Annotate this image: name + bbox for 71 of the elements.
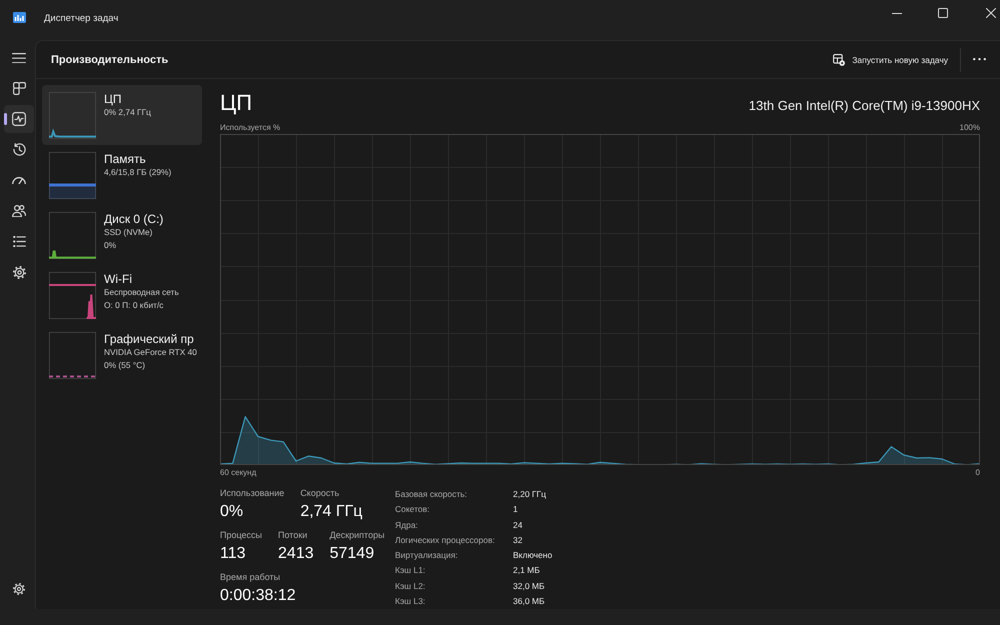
spec-label: Кэш L1:: [395, 564, 426, 578]
cog-icon: [12, 266, 26, 279]
device-name: Память: [104, 152, 147, 166]
spec-value: 2,20 ГГц: [513, 488, 547, 501]
device-detail: 0% (55 °C): [104, 359, 146, 372]
device-detail: Беспроводная сеть: [104, 286, 180, 299]
speedometer-icon: [12, 176, 26, 184]
history-icon: [12, 143, 26, 156]
device-detail: О: 0 П: 0 кбит/с: [104, 299, 164, 312]
device-list-item[interactable]: Диск 0 (C:) SSD (NVMe) 0%: [42, 205, 202, 265]
pulse-chart-icon: [12, 112, 26, 126]
spec-label: Кэш L2:: [395, 580, 426, 593]
minimize-icon: [892, 12, 902, 14]
spec-value: 2,1 МБ: [513, 564, 541, 578]
stat-value: 2413: [278, 544, 314, 564]
spec-label: Базовая скорость:: [395, 488, 468, 501]
stat-label: Время работы: [220, 571, 282, 583]
stat-value: 57149: [330, 544, 376, 564]
device-name: Диск 0 (C:): [104, 212, 164, 226]
device-detail: 4,6/15,8 ГБ (29%): [104, 166, 172, 179]
device-list-item[interactable]: Графический пр NVIDIA GeForce RTX 40 0% (55 °C): [42, 325, 202, 385]
run-new-task-button[interactable]: Запустить новую задачу: [823, 46, 958, 74]
window-title: Диспетчер задач: [44, 13, 120, 25]
stat-value: 0:00:38:12: [220, 586, 296, 606]
spec-label: Кэш L3:: [395, 595, 426, 608]
processor-model: 13th Gen Intel(R) Core(TM) i9-13900HX: [748, 98, 980, 113]
spec-value: 36,0 МБ: [513, 595, 546, 608]
device-detail: 0% 2,74 ГГц: [104, 106, 152, 119]
apps-grid-icon: [12, 82, 26, 96]
users-icon: [12, 204, 26, 218]
axis-label: 100%: [960, 122, 980, 134]
spec-label: Ядра:: [395, 518, 419, 532]
device-list-item[interactable]: Память 4,6/15,8 ГБ (29%): [42, 145, 202, 205]
performance-nav-button[interactable]: [4, 105, 34, 134]
menu-icon: [12, 52, 26, 64]
stat-label: Скорость: [300, 487, 340, 499]
device-list-item[interactable]: Wi-Fi Беспроводная сеть О: 0 П: 0 кбит/с: [42, 265, 202, 325]
settings-icon: [13, 583, 25, 596]
axis-label: 60 секунд: [220, 467, 256, 479]
more-icon: [972, 58, 986, 61]
device-name: Wi-Fi: [104, 272, 133, 286]
detail-title: ЦП: [220, 89, 252, 117]
spec-value: 24: [513, 518, 524, 532]
maximize-icon: [938, 8, 948, 18]
spec-value: 32,0 МБ: [513, 580, 546, 593]
device-detail: SSD (NVMe): [104, 226, 154, 239]
spec-label: Виртуализация:: [395, 549, 459, 562]
list-icon: [12, 236, 26, 248]
spec-value: Включено: [513, 549, 552, 562]
page-title: Производительность: [51, 54, 170, 66]
spec-label: Сокетов:: [395, 503, 431, 516]
stat-value: 0%: [220, 502, 244, 522]
spec-value: 1: [513, 503, 519, 516]
device-list-item[interactable]: ЦП 0% 2,74 ГГц: [42, 85, 202, 145]
axis-title: Используется %: [220, 122, 280, 134]
close-icon: [986, 8, 996, 18]
chart-logo-icon: [13, 12, 26, 23]
spec-value: 32: [513, 534, 524, 547]
device-detail: NVIDIA GeForce RTX 40: [104, 346, 198, 359]
device-name: Графический пр: [104, 332, 195, 346]
stat-label: Дескрипторы: [330, 529, 385, 541]
stat-value: 113: [220, 544, 247, 564]
stat-label: Процессы: [220, 529, 262, 541]
axis-label: 0: [976, 467, 980, 479]
stat-label: Потоки: [278, 529, 308, 541]
stat-label: Использование: [220, 487, 284, 499]
stat-value: 2,74 ГГц: [300, 502, 362, 522]
device-name: ЦП: [104, 92, 123, 106]
window-gear-icon: [833, 54, 846, 66]
spec-label: Логических процессоров:: [395, 534, 496, 547]
device-detail: 0%: [104, 239, 118, 252]
